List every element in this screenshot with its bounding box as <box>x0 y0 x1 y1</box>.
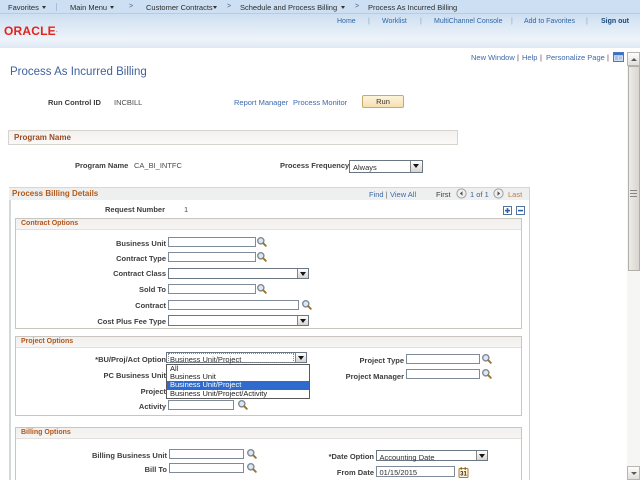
svg-text:31: 31 <box>460 472 467 478</box>
